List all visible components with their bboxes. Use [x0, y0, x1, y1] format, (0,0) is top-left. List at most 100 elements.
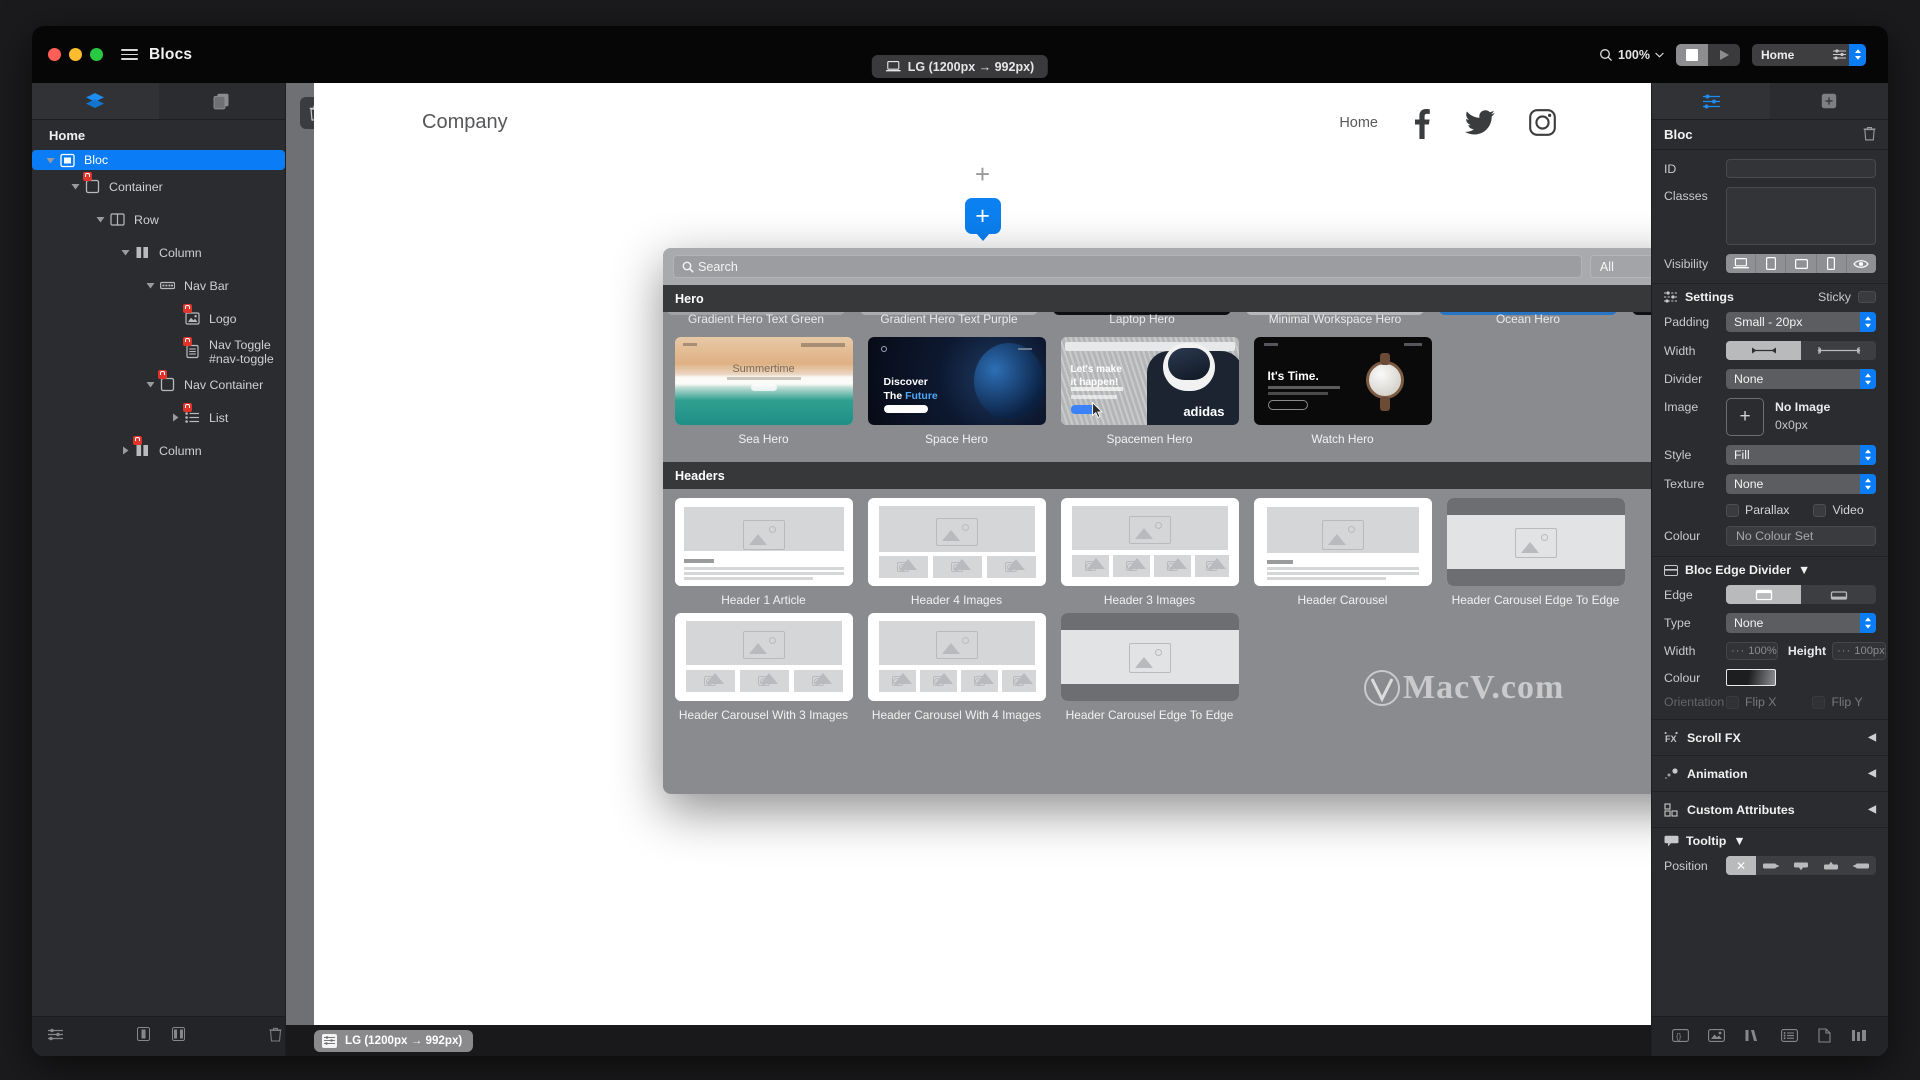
add-image-button[interactable]: + [1726, 398, 1764, 436]
tab-settings[interactable] [1652, 83, 1770, 119]
bloc-thumbnail[interactable]: It's Time. [1253, 337, 1432, 425]
tooltip-bottom-icon[interactable] [1786, 856, 1816, 875]
type-select[interactable]: None [1726, 613, 1876, 633]
search-input[interactable]: Search [673, 255, 1582, 278]
eye-icon[interactable] [1847, 254, 1876, 273]
image-icon[interactable] [1708, 1028, 1725, 1046]
bloc-item[interactable]: Header Carousel Edge To Edge [1053, 613, 1246, 722]
settings-heading-row[interactable]: Settings Sticky [1652, 284, 1888, 310]
preview-controls[interactable] [1676, 43, 1740, 66]
layer-row-column[interactable]: Column [32, 236, 285, 269]
padding-stepper[interactable] [1860, 312, 1876, 332]
bloc-picker-body[interactable]: Hero34 BlocsGradient Hero Text GreenGrad… [663, 285, 1823, 794]
close-window-button[interactable] [48, 48, 61, 61]
disclosure-triangle[interactable] [71, 182, 80, 191]
layer-row-nav-toggle-nav-toggle[interactable]: Nav Toggle #nav-toggle [32, 335, 285, 368]
split-left-icon[interactable] [137, 1027, 150, 1046]
page-selector-stepper[interactable] [1849, 43, 1866, 66]
sidebar-item-layers[interactable] [32, 83, 159, 119]
add-bloc-button[interactable]: + [964, 198, 1001, 234]
stop-preview-button[interactable] [1676, 43, 1708, 66]
flip-x-checkbox[interactable] [1726, 695, 1739, 709]
tab-assets[interactable] [1770, 83, 1888, 119]
device-size-pill[interactable]: LG (1200px → 992px) [871, 55, 1049, 78]
divider-select[interactable]: None [1726, 369, 1876, 389]
bloc-thumbnail[interactable] [1060, 613, 1239, 701]
sidebar-footer-sliders-icon[interactable] [48, 1028, 63, 1046]
padding-select[interactable]: Small - 20px [1726, 312, 1876, 332]
play-preview-button[interactable] [1708, 44, 1740, 66]
bloc-thumbnail[interactable] [1446, 498, 1625, 586]
sidebar-item-pages[interactable] [159, 83, 286, 119]
classes-field[interactable] [1726, 187, 1876, 245]
page-selector[interactable]: Home [1752, 43, 1866, 66]
bloc-item[interactable]: Discover The Future Space Hero [860, 337, 1053, 446]
tooltip-heading-row[interactable]: Tooltip ▼ [1652, 828, 1888, 854]
disclosure-triangle[interactable] [121, 446, 130, 455]
width-full-icon[interactable] [1801, 341, 1876, 360]
style-select[interactable]: Fill [1726, 445, 1876, 465]
list-icon[interactable] [1780, 1028, 1798, 1046]
sticky-toggle[interactable] [1858, 291, 1876, 303]
disclosure-triangle[interactable] [121, 248, 130, 257]
texture-stepper[interactable] [1860, 474, 1876, 494]
layer-row-logo[interactable]: Logo [32, 302, 285, 335]
divider-stepper[interactable] [1860, 369, 1876, 389]
instagram-icon[interactable] [1529, 109, 1556, 136]
chevron-left-icon[interactable]: ◀ [1868, 768, 1876, 779]
divider-height-field[interactable]: ··· 100px [1832, 642, 1886, 660]
disclosure-triangle[interactable] [171, 413, 180, 422]
bloc-item[interactable]: Header Carousel [1246, 498, 1439, 607]
delete-bloc-button[interactable] [1863, 126, 1876, 144]
menu-icon[interactable] [121, 49, 138, 60]
id-field[interactable] [1726, 159, 1876, 178]
divider-colour-swatch[interactable] [1726, 669, 1776, 686]
disclosure-triangle[interactable] [146, 281, 155, 290]
desktop-icon[interactable] [1726, 254, 1757, 273]
tooltip-none-icon[interactable]: ✕ [1726, 856, 1756, 875]
bloc-item[interactable]: Header 4 Images [860, 498, 1053, 607]
bloc-thumbnail[interactable] [867, 613, 1046, 701]
bloc-thumbnail[interactable]: Let's make it happen! adidas [1060, 337, 1239, 425]
chevron-down-icon[interactable]: ▼ [1798, 563, 1810, 577]
chevron-down-icon[interactable]: ▼ [1733, 834, 1745, 848]
bloc-item[interactable]: Header 3 Images [1053, 498, 1246, 607]
layer-row-nav-container[interactable]: Nav Container [32, 368, 285, 401]
chevron-left-icon[interactable]: ◀ [1868, 732, 1876, 743]
edge-top-icon[interactable] [1726, 585, 1801, 604]
accordion-scroll-fx[interactable]: FX Scroll FX ◀ [1652, 719, 1888, 755]
bloc-item[interactable]: Summertime Sea Hero [667, 337, 860, 446]
bloc-item[interactable]: Header Carousel Edge To Edge [1439, 498, 1632, 607]
nav-link-home[interactable]: Home [1339, 115, 1378, 131]
edge-divider-heading-row[interactable]: Bloc Edge Divider ▼ [1652, 557, 1888, 583]
mobile-icon[interactable] [1817, 254, 1847, 273]
texture-select[interactable]: None [1726, 474, 1876, 494]
disclosure-triangle[interactable] [96, 215, 105, 224]
facebook-icon[interactable] [1412, 107, 1431, 139]
layer-row-container[interactable]: Container [32, 170, 285, 203]
width-contained-icon[interactable] [1726, 341, 1801, 360]
sticky-control[interactable]: Sticky [1818, 290, 1876, 304]
disclosure-triangle[interactable] [146, 380, 155, 389]
video-checkbox[interactable] [1813, 503, 1827, 517]
bloc-thumbnail[interactable] [1253, 498, 1432, 586]
twitter-icon[interactable] [1465, 109, 1495, 136]
tablet-portrait-icon[interactable] [1756, 254, 1787, 273]
bloc-item[interactable]: Header 1 Article [667, 498, 860, 607]
bloc-width-toggle-group[interactable] [1726, 341, 1876, 360]
divider-width-field[interactable]: ··· 100% [1726, 642, 1778, 660]
bloc-thumbnail[interactable] [867, 498, 1046, 586]
bloc-thumbnail[interactable] [674, 613, 853, 701]
tooltip-top-icon[interactable] [1816, 856, 1846, 875]
layer-row-nav-bar[interactable]: Nav Bar [32, 269, 285, 302]
chevron-left-icon[interactable]: ◀ [1868, 804, 1876, 815]
status-device-chip[interactable]: LG (1200px → 992px) [314, 1029, 474, 1052]
bloc-thumbnail[interactable]: Discover The Future [867, 337, 1046, 425]
bloc-item[interactable]: Header Carousel With 4 Images [860, 613, 1053, 722]
accordion-animation[interactable]: Animation ◀ [1652, 755, 1888, 791]
layer-row-column[interactable]: Column [32, 434, 285, 467]
disclosure-triangle[interactable] [46, 156, 55, 165]
columns-icon[interactable] [1851, 1028, 1868, 1046]
flip-y-checkbox[interactable] [1812, 695, 1826, 709]
brush-icon[interactable] [1744, 1028, 1761, 1046]
